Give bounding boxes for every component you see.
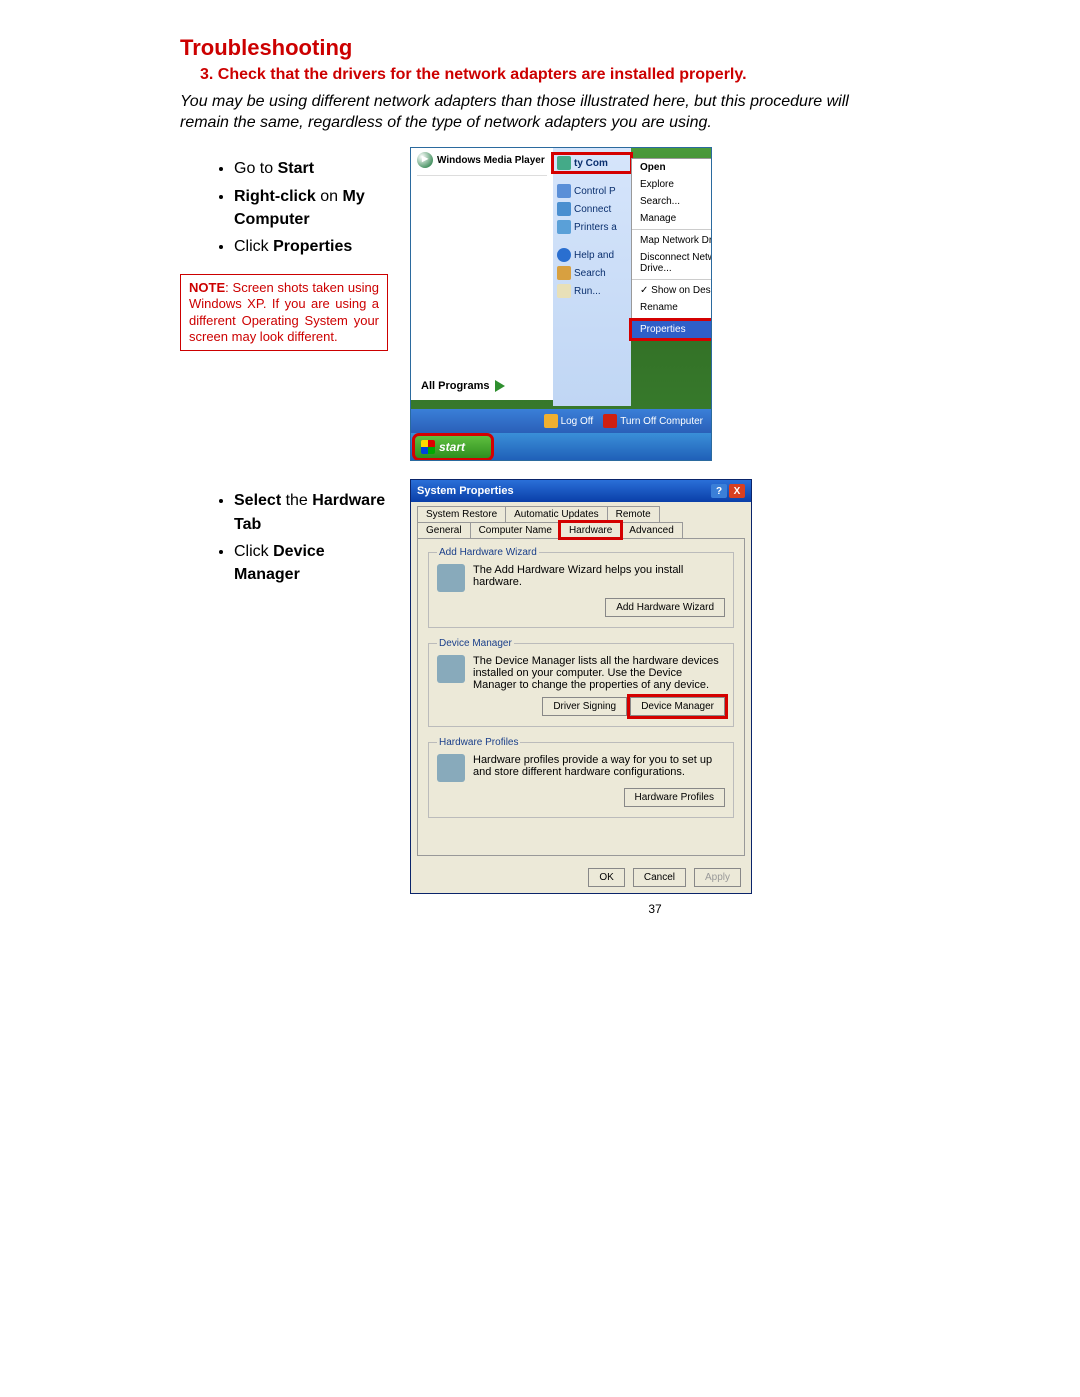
context-properties[interactable]: Properties: [632, 321, 712, 338]
apply-button[interactable]: Apply: [694, 868, 741, 887]
context-open[interactable]: Open: [632, 159, 712, 176]
tab-advanced[interactable]: Advanced: [620, 522, 682, 538]
add-hardware-text: The Add Hardware Wizard helps you instal…: [473, 564, 725, 588]
add-hardware-legend: Add Hardware Wizard: [437, 547, 539, 558]
tab-computer-name[interactable]: Computer Name: [470, 522, 561, 538]
printer-icon: [557, 220, 571, 234]
run-item[interactable]: Run...: [553, 282, 631, 300]
control-panel-item[interactable]: Control P: [553, 182, 631, 200]
help-button[interactable]: ?: [711, 484, 727, 498]
tab-general[interactable]: General: [417, 522, 471, 538]
tab-auto-updates[interactable]: Automatic Updates: [505, 506, 608, 522]
system-properties-dialog: System Properties ? X System Restore Aut…: [410, 479, 752, 894]
help-item[interactable]: Help and: [553, 246, 631, 264]
intro-text: You may be using different network adapt…: [180, 92, 900, 134]
context-manage[interactable]: Manage: [632, 210, 712, 227]
hardware-profiles-legend: Hardware Profiles: [437, 737, 520, 748]
step-click-device-manager: Click Device Manager: [234, 540, 390, 586]
start-menu-screenshot: Windows Media Player All Programs ty Com…: [410, 147, 712, 461]
turn-off-button[interactable]: Turn Off Computer: [603, 414, 703, 428]
start-button[interactable]: start: [415, 436, 491, 458]
tab-hardware[interactable]: Hardware: [560, 522, 621, 538]
device-manager-icon: [437, 655, 465, 683]
step-goto-start: Go to Start: [234, 157, 390, 180]
cancel-button[interactable]: Cancel: [633, 868, 686, 887]
step-click-properties: Click Properties: [234, 235, 390, 258]
step-select-hardware-tab: Select the Hardware Tab: [234, 489, 390, 535]
all-programs[interactable]: All Programs: [421, 380, 505, 392]
search-item[interactable]: Search: [553, 264, 631, 282]
hardware-profiles-button[interactable]: Hardware Profiles: [624, 788, 725, 807]
context-rename[interactable]: Rename: [632, 299, 712, 316]
page-number: 37: [485, 902, 825, 916]
page-title: Troubleshooting: [180, 35, 900, 61]
context-disconnect-drive[interactable]: Disconnect Network Drive...: [632, 249, 712, 277]
help-icon: [557, 248, 571, 262]
run-icon: [557, 284, 571, 298]
device-manager-text: The Device Manager lists all the hardwar…: [473, 655, 725, 691]
close-button[interactable]: X: [729, 484, 745, 498]
tab-system-restore[interactable]: System Restore: [417, 506, 506, 522]
log-off-button[interactable]: Log Off: [544, 414, 594, 428]
context-show-desktop[interactable]: Show on Desktop: [632, 282, 712, 299]
device-manager-button[interactable]: Device Manager: [630, 697, 725, 716]
network-icon: [557, 202, 571, 216]
section-subhead: 3. Check that the drivers for the networ…: [200, 65, 900, 86]
printers-item[interactable]: Printers a: [553, 218, 631, 236]
ok-button[interactable]: OK: [588, 868, 624, 887]
connect-to-item[interactable]: Connect: [553, 200, 631, 218]
add-hardware-wizard-button[interactable]: Add Hardware Wizard: [605, 598, 725, 617]
search-icon: [557, 266, 571, 280]
tab-remote[interactable]: Remote: [607, 506, 660, 522]
context-search[interactable]: Search...: [632, 193, 712, 210]
logoff-icon: [544, 414, 558, 428]
step-rightclick-mycomputer: Right-click on My Computer: [234, 185, 390, 231]
computer-icon: [557, 156, 571, 170]
windows-media-player-item[interactable]: Windows Media Player: [411, 148, 553, 172]
context-explore[interactable]: Explore: [632, 176, 712, 193]
dialog-title: System Properties: [417, 485, 514, 497]
power-icon: [603, 414, 617, 428]
wmp-icon: [417, 152, 433, 168]
hardware-profiles-text: Hardware profiles provide a way for you …: [473, 754, 725, 778]
hardware-profiles-icon: [437, 754, 465, 782]
control-panel-icon: [557, 184, 571, 198]
device-manager-legend: Device Manager: [437, 638, 514, 649]
wizard-icon: [437, 564, 465, 592]
context-map-drive[interactable]: Map Network Drive...: [632, 232, 712, 249]
arrow-right-icon: [495, 380, 505, 392]
context-menu: Open Explore Search... Manage Map Networ…: [631, 158, 712, 339]
driver-signing-button[interactable]: Driver Signing: [542, 697, 627, 716]
my-computer-item[interactable]: ty Com: [553, 154, 631, 172]
note-box: NOTE: Screen shots taken using Windows X…: [180, 274, 388, 351]
